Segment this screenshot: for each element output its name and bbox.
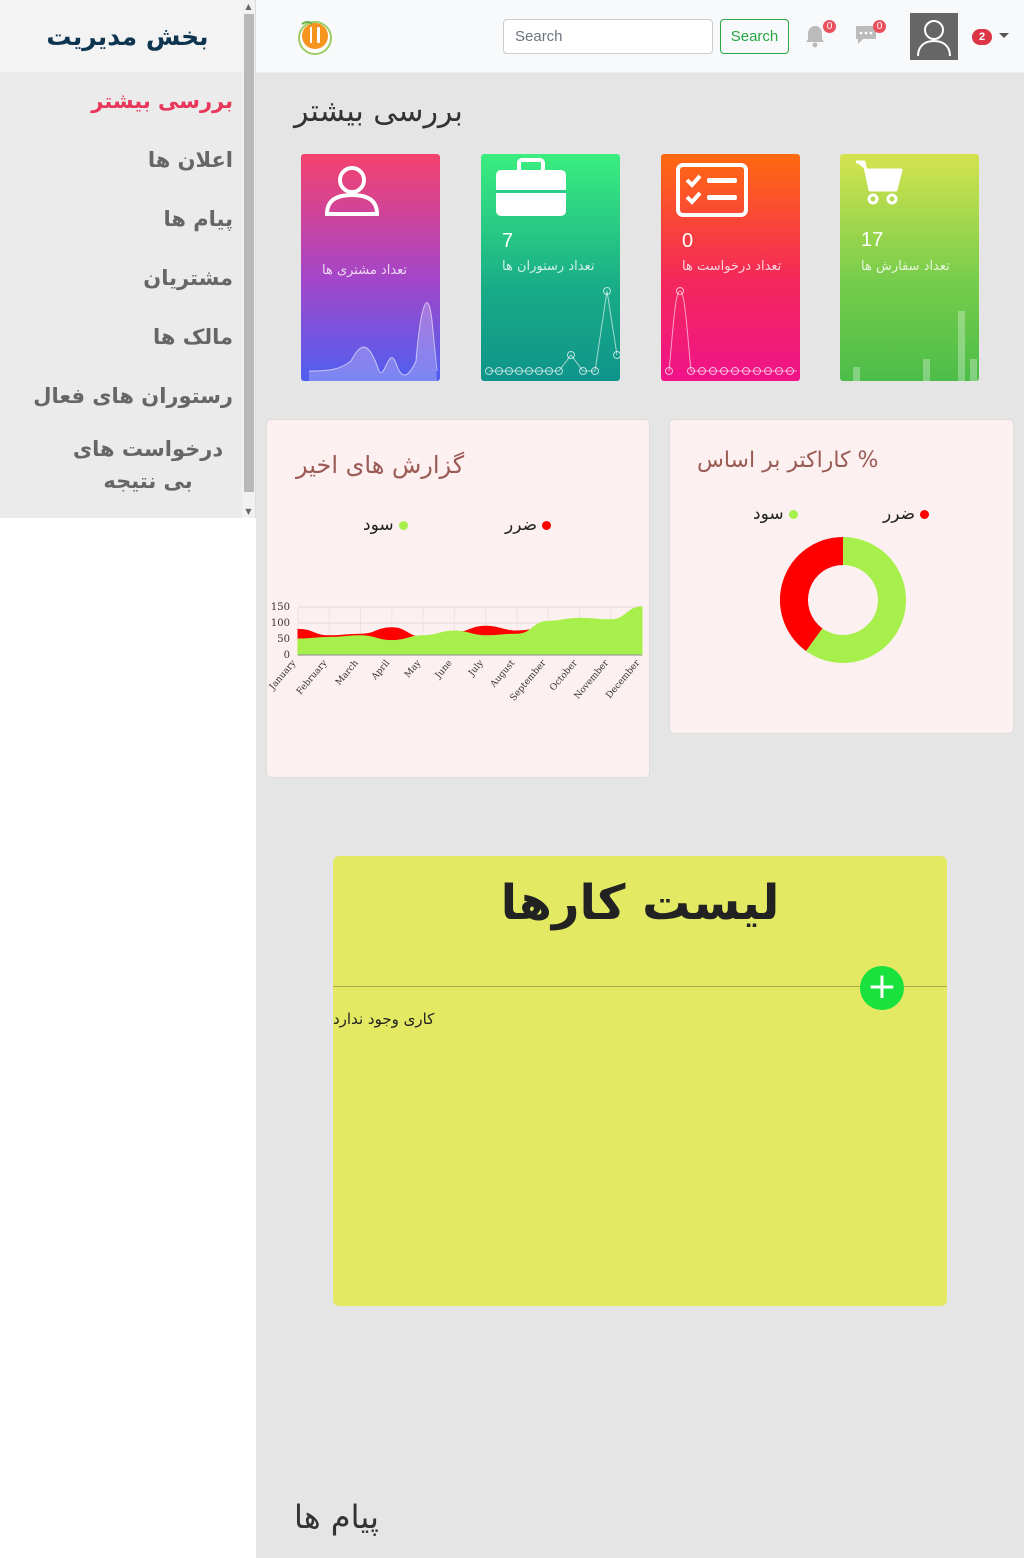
- logo-icon[interactable]: [298, 18, 332, 56]
- main-content: Search 0 0 2 بررسی بیشتر 17 تعداد مشتری …: [256, 0, 1024, 1558]
- panel-title: % کاراکتر بر اساس: [697, 448, 879, 473]
- legend-loss[interactable]: ضرر: [883, 504, 930, 524]
- stat-sparkline: [485, 287, 620, 375]
- task-list-title: لیست کارها: [500, 875, 780, 931]
- y-tick-label: 150: [271, 602, 290, 613]
- legend-label: سود: [753, 504, 784, 524]
- briefcase-icon: [496, 158, 566, 216]
- messages-badge: 0: [873, 20, 886, 33]
- legend-loss[interactable]: ضرر: [505, 515, 552, 535]
- search-input[interactable]: [503, 19, 713, 54]
- legend-profit-dot: [788, 509, 798, 519]
- stat-card-orders[interactable]: 17 تعداد سفارش ها: [840, 154, 979, 381]
- user-dropdown-caret-icon[interactable]: [999, 33, 1009, 38]
- legend-label: ضرر: [505, 515, 538, 535]
- stat-sparkline: [853, 311, 977, 381]
- character-panel: % کاراکتر بر اساس ضرر سود: [669, 419, 1014, 734]
- sidebar-item-failed-requests[interactable]: درخواست های بی نتیجه: [43, 425, 233, 505]
- user-icon: [324, 166, 380, 216]
- stat-value: 0: [682, 230, 694, 252]
- stat-sparkline: [665, 287, 797, 375]
- stat-card-customers[interactable]: 17 تعداد مشتری ها: [301, 154, 440, 381]
- stat-value: 17: [861, 229, 884, 251]
- legend-label: سود: [363, 515, 394, 535]
- x-tick-label: March: [334, 658, 361, 687]
- task-divider: [333, 986, 947, 987]
- sidebar-item-notifications[interactable]: اعلان ها: [0, 130, 233, 189]
- sidebar-scrollbar[interactable]: ▲ ▼: [242, 0, 255, 518]
- x-tick-label: February: [295, 658, 330, 697]
- scroll-up-arrow-icon[interactable]: ▲: [242, 0, 255, 13]
- user-avatar[interactable]: [910, 13, 958, 60]
- legend-profit[interactable]: سود: [363, 515, 408, 535]
- sidebar-item-messages[interactable]: پیام ها: [0, 189, 234, 248]
- sidebar-item-customers[interactable]: مشتریان: [0, 248, 233, 307]
- messages-section-title: پیام ها: [294, 1498, 379, 1536]
- x-tick-label: June: [433, 659, 455, 682]
- donut-slice-loss[interactable]: [780, 537, 844, 651]
- sidebar-header: بخش مدیریت: [0, 0, 255, 72]
- notifications-bell-icon[interactable]: 0: [804, 20, 836, 50]
- y-tick-label: 100: [271, 618, 290, 629]
- sidebar-item-active-restaurants[interactable]: رستوران های فعال: [0, 366, 233, 425]
- sidebar-menu: بررسی بیشتر اعلان ها پیام ها مشتریان مال…: [0, 72, 255, 505]
- user-badge: 2: [972, 29, 992, 45]
- search-button[interactable]: Search: [720, 19, 789, 54]
- notifications-badge: 0: [823, 20, 836, 33]
- y-tick-label: 50: [277, 634, 290, 645]
- scroll-down-arrow-icon[interactable]: ▼: [242, 505, 255, 518]
- x-tick-label: April: [369, 658, 392, 682]
- x-tick-label: October: [548, 658, 580, 693]
- sidebar-title: بخش مدیریت: [46, 21, 209, 51]
- x-tick-label: May: [403, 658, 424, 680]
- stat-value: 7: [502, 230, 514, 252]
- x-tick-label: July: [466, 658, 486, 679]
- character-donut-chart: [780, 537, 906, 663]
- recent-reports-panel: گزارش های اخیر ضرر سود 0 50 100 150 January F…: [266, 419, 650, 778]
- sidebar-item-owners[interactable]: مالک ها: [0, 307, 233, 366]
- cart-icon: [856, 160, 903, 205]
- legend-loss-dot: [542, 520, 552, 530]
- sidebar-item-overview[interactable]: بررسی بیشتر: [0, 72, 233, 130]
- legend-profit[interactable]: سود: [753, 504, 798, 524]
- panel-title: گزارش های اخیر: [296, 451, 465, 479]
- checklist-icon: [676, 163, 748, 217]
- x-tick-label: January: [267, 658, 299, 693]
- top-navbar: Search 0 0 2: [256, 0, 1024, 73]
- page-title: بررسی بیشتر: [294, 94, 463, 129]
- messages-chat-icon[interactable]: 0: [854, 20, 886, 50]
- stat-card-restaurants[interactable]: 7 تعداد رستوران ها: [481, 154, 620, 381]
- task-empty-text: کاری وجود ندارد: [333, 1010, 435, 1028]
- reports-area-chart: 050100150JanuaryFebruary March April May Jun…: [267, 602, 642, 703]
- stat-sparkline: [308, 302, 438, 381]
- legend-profit-dot: [398, 520, 408, 530]
- legend-label: ضرر: [883, 504, 916, 524]
- legend-loss-dot: [920, 509, 930, 519]
- x-tick-label: August: [488, 658, 517, 690]
- stat-card-requests[interactable]: 0 تعداد درخواست ها: [661, 154, 800, 381]
- scroll-thumb[interactable]: [244, 14, 254, 492]
- add-task-button[interactable]: +: [860, 966, 904, 1010]
- sidebar: بخش مدیریت بررسی بیشتر اعلان ها پیام ها …: [0, 0, 256, 518]
